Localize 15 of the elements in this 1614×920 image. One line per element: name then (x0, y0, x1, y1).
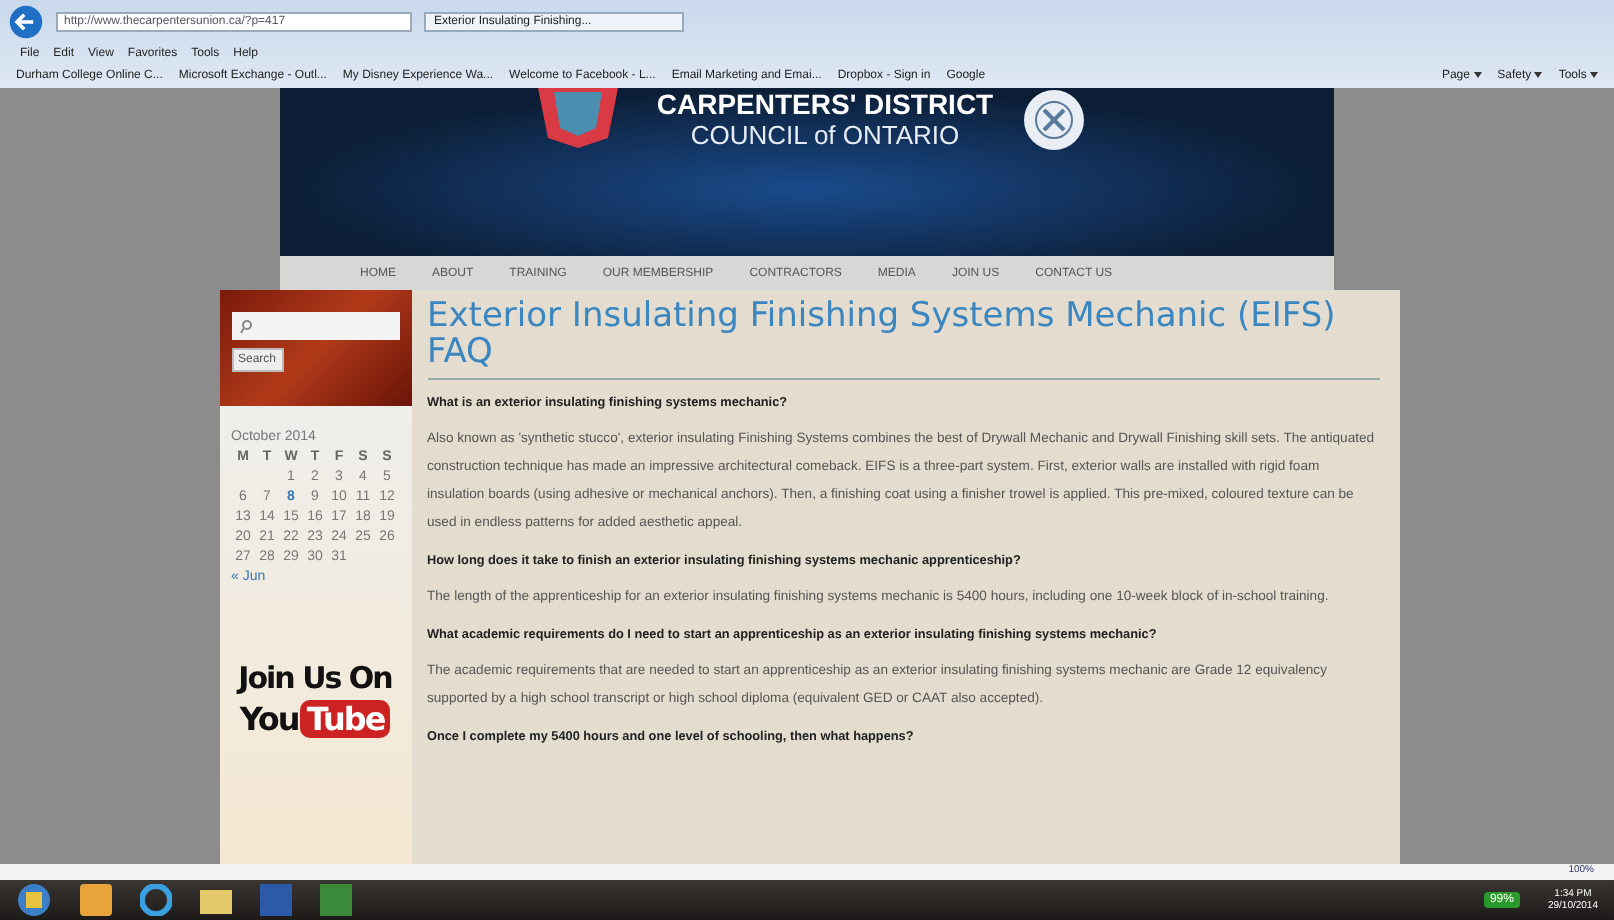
caret-icon (1590, 72, 1598, 79)
search-icon (239, 319, 251, 333)
site-subtitle: COUNCIL of ONTARIO (688, 120, 962, 150)
youtube-you[interactable]: You (239, 700, 299, 738)
start-button-icon[interactable] (16, 882, 52, 918)
promo-heading: Join Us On (234, 660, 394, 696)
folder-icon[interactable] (200, 886, 232, 914)
search-field[interactable] (231, 312, 399, 340)
article-title: Exterior Insulating Finishing Systems Mechanic (EIFS) FAQ (427, 298, 1379, 380)
caret-icon (1534, 72, 1543, 79)
youtube-tube[interactable]: Tube (300, 700, 391, 738)
site-name: CARPENTERS' DISTRICT (656, 88, 994, 120)
back-button-icon[interactable] (8, 4, 44, 40)
seal-icon (1021, 88, 1086, 152)
caret-icon (1473, 72, 1482, 79)
